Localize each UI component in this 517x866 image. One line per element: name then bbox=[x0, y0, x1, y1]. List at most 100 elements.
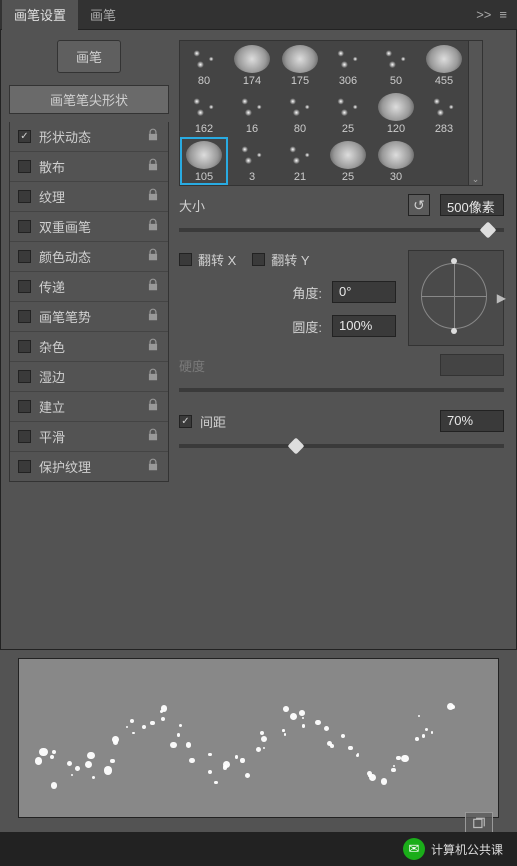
brush-preset[interactable]: 25 bbox=[324, 89, 372, 137]
option-11[interactable]: 保护纹理 bbox=[10, 452, 168, 481]
reset-size-icon[interactable]: ↺ bbox=[408, 194, 430, 216]
brush-grid-scrollbar[interactable]: ⌄ bbox=[469, 40, 483, 186]
lock-icon[interactable] bbox=[146, 248, 160, 265]
option-checkbox[interactable] bbox=[18, 370, 31, 383]
sidebar: 画笔 画笔笔尖形状 形状动态散布纹理双重画笔颜色动态传递画笔笔势杂色湿边建立平滑… bbox=[9, 40, 169, 639]
roundness-input[interactable]: 100% bbox=[332, 315, 396, 337]
option-8[interactable]: 湿边 bbox=[10, 362, 168, 392]
option-label: 平滑 bbox=[39, 427, 138, 446]
size-label: 大小 bbox=[179, 196, 217, 215]
option-label: 散布 bbox=[39, 157, 138, 176]
tab-brush-settings[interactable]: 画笔设置 bbox=[2, 0, 78, 30]
option-checkbox[interactable] bbox=[18, 310, 31, 323]
roundness-label: 圆度: bbox=[278, 317, 322, 336]
brush-preset[interactable]: 175 bbox=[276, 41, 324, 89]
brush-preset[interactable]: 283 bbox=[420, 89, 468, 137]
brush-preset[interactable]: 3 bbox=[228, 137, 276, 185]
option-4[interactable]: 颜色动态 bbox=[10, 242, 168, 272]
option-checkbox[interactable] bbox=[18, 400, 31, 413]
watermark-footer: ✉ 计算机公共课 bbox=[0, 832, 517, 866]
option-checkbox[interactable] bbox=[18, 130, 31, 143]
brush-preset[interactable]: 16 bbox=[228, 89, 276, 137]
flip-x-label: 翻转 X bbox=[198, 250, 236, 269]
option-label: 双重画笔 bbox=[39, 217, 138, 236]
panel-tabbar: 画笔设置 画笔 >> ≡ bbox=[0, 0, 517, 30]
brush-tip-shape-header[interactable]: 画笔笔尖形状 bbox=[9, 85, 169, 114]
option-checkbox[interactable] bbox=[18, 280, 31, 293]
option-label: 建立 bbox=[39, 397, 138, 416]
flip-y-checkbox[interactable]: 翻转 Y bbox=[252, 250, 309, 269]
lock-icon[interactable] bbox=[146, 188, 160, 205]
brush-stroke-preview bbox=[18, 658, 499, 818]
angle-label: 角度: bbox=[278, 283, 322, 302]
wechat-icon: ✉ bbox=[403, 838, 425, 860]
brush-preset[interactable]: 80 bbox=[276, 89, 324, 137]
watermark-text: 计算机公共课 bbox=[431, 841, 503, 858]
brush-preset-grid: 8017417530650455162168025120283105321253… bbox=[179, 40, 469, 186]
lock-icon[interactable] bbox=[146, 278, 160, 295]
option-checkbox[interactable] bbox=[18, 340, 31, 353]
menu-icon[interactable]: ≡ bbox=[499, 7, 507, 22]
hardness-label: 硬度 bbox=[179, 356, 217, 375]
brush-preset[interactable]: 162 bbox=[180, 89, 228, 137]
lock-icon[interactable] bbox=[146, 128, 160, 145]
option-label: 杂色 bbox=[39, 337, 138, 356]
tab-brush[interactable]: 画笔 bbox=[78, 0, 128, 30]
option-label: 湿边 bbox=[39, 367, 138, 386]
option-label: 纹理 bbox=[39, 187, 138, 206]
brush-preset[interactable]: 30 bbox=[372, 137, 420, 185]
brush-preset[interactable]: 455 bbox=[420, 41, 468, 89]
angle-input[interactable]: 0° bbox=[332, 281, 396, 303]
option-checkbox[interactable] bbox=[18, 430, 31, 443]
lock-icon[interactable] bbox=[146, 218, 160, 235]
spacing-input[interactable]: 70% bbox=[440, 410, 504, 432]
option-label: 画笔笔势 bbox=[39, 307, 138, 326]
option-5[interactable]: 传递 bbox=[10, 272, 168, 302]
option-6[interactable]: 画笔笔势 bbox=[10, 302, 168, 332]
option-checkbox[interactable] bbox=[18, 250, 31, 263]
lock-icon[interactable] bbox=[146, 308, 160, 325]
lock-icon[interactable] bbox=[146, 398, 160, 415]
option-2[interactable]: 纹理 bbox=[10, 182, 168, 212]
option-9[interactable]: 建立 bbox=[10, 392, 168, 422]
brush-preset[interactable]: 174 bbox=[228, 41, 276, 89]
hardness-slider bbox=[179, 388, 504, 392]
option-checkbox[interactable] bbox=[18, 160, 31, 173]
option-10[interactable]: 平滑 bbox=[10, 422, 168, 452]
option-3[interactable]: 双重画笔 bbox=[10, 212, 168, 242]
spacing-checkbox[interactable]: 间距 bbox=[179, 412, 226, 431]
option-7[interactable]: 杂色 bbox=[10, 332, 168, 362]
brush-preset[interactable]: 25 bbox=[324, 137, 372, 185]
flip-x-checkbox[interactable]: 翻转 X bbox=[179, 250, 236, 269]
lock-icon[interactable] bbox=[146, 338, 160, 355]
size-slider[interactable] bbox=[179, 228, 504, 232]
options-list: 形状动态散布纹理双重画笔颜色动态传递画笔笔势杂色湿边建立平滑保护纹理 bbox=[9, 122, 169, 482]
lock-icon[interactable] bbox=[146, 458, 160, 475]
option-label: 保护纹理 bbox=[39, 457, 138, 476]
option-checkbox[interactable] bbox=[18, 220, 31, 233]
brush-button[interactable]: 画笔 bbox=[57, 40, 121, 73]
hardness-input bbox=[440, 354, 504, 376]
option-checkbox[interactable] bbox=[18, 190, 31, 203]
option-label: 传递 bbox=[39, 277, 138, 296]
option-0[interactable]: 形状动态 bbox=[10, 122, 168, 152]
collapse-icon[interactable]: >> bbox=[476, 7, 491, 22]
brush-preset[interactable]: 306 bbox=[324, 41, 372, 89]
option-1[interactable]: 散布 bbox=[10, 152, 168, 182]
option-checkbox[interactable] bbox=[18, 460, 31, 473]
flip-y-label: 翻转 Y bbox=[271, 250, 309, 269]
spacing-slider[interactable] bbox=[179, 444, 504, 448]
option-label: 颜色动态 bbox=[39, 247, 138, 266]
brush-preset[interactable]: 120 bbox=[372, 89, 420, 137]
brush-preset[interactable]: 50 bbox=[372, 41, 420, 89]
lock-icon[interactable] bbox=[146, 428, 160, 445]
brush-preset[interactable]: 21 bbox=[276, 137, 324, 185]
angle-direction-widget[interactable]: ▶ bbox=[408, 250, 504, 346]
lock-icon[interactable] bbox=[146, 158, 160, 175]
lock-icon[interactable] bbox=[146, 368, 160, 385]
spacing-label: 间距 bbox=[200, 412, 226, 431]
option-label: 形状动态 bbox=[39, 127, 138, 146]
brush-preset[interactable]: 105 bbox=[180, 137, 228, 185]
brush-preset[interactable]: 80 bbox=[180, 41, 228, 89]
size-input[interactable]: 500像素 bbox=[440, 194, 504, 216]
